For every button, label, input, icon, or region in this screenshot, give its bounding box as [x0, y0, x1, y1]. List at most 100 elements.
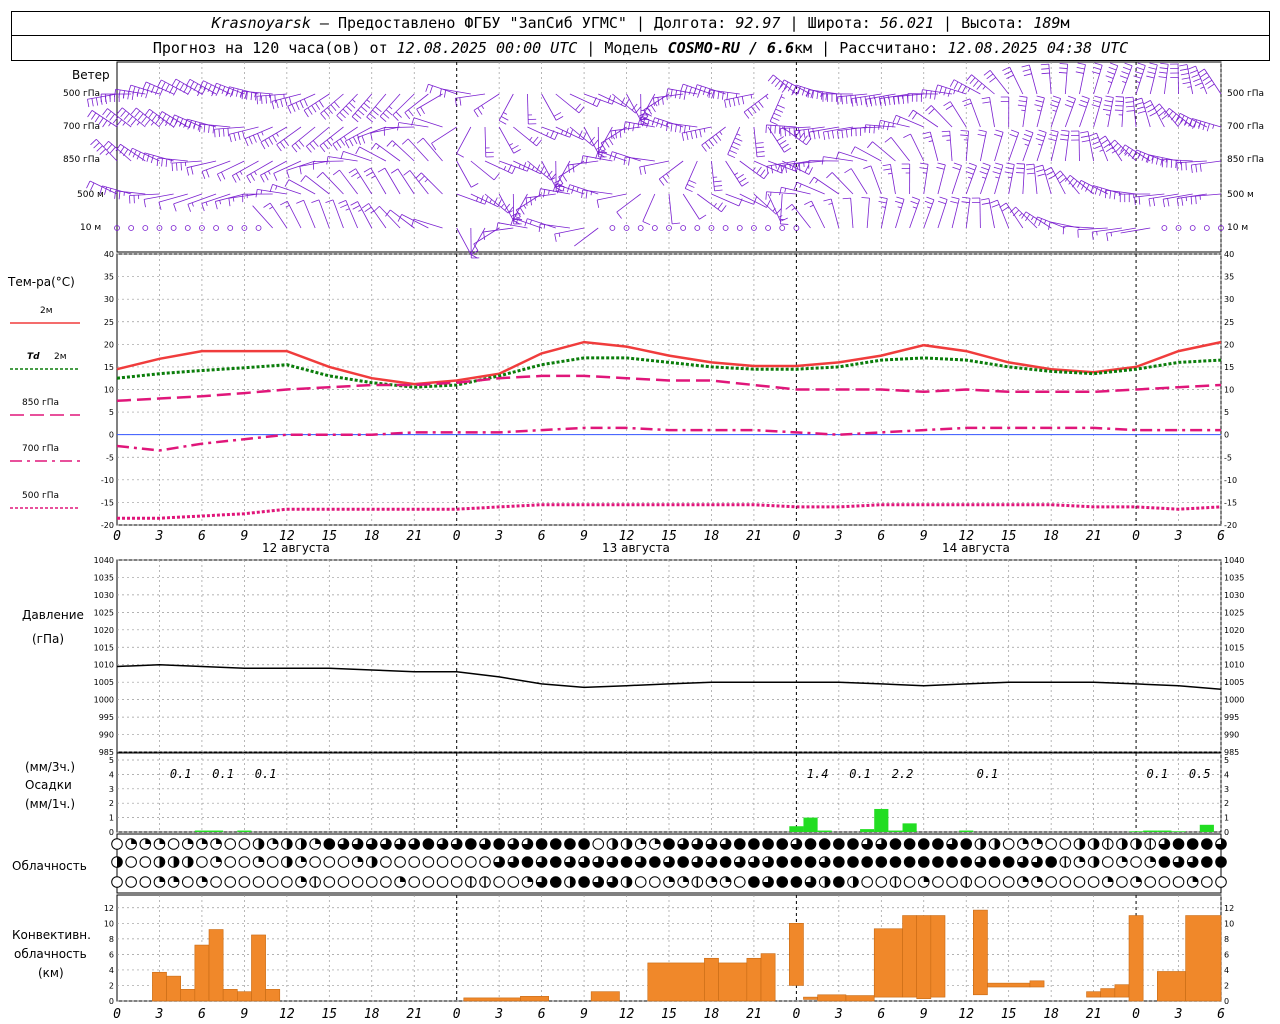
- hour-tick-conv: 21: [746, 1007, 762, 1022]
- conv-bar: [251, 934, 266, 1002]
- wind-barb: [989, 199, 1010, 229]
- conv-bar: [237, 991, 252, 1002]
- cloud-symbol: [153, 838, 166, 850]
- temp-tick-left: 0: [109, 431, 114, 440]
- cloud-symbol: [323, 856, 336, 868]
- wind-barb: [1189, 225, 1196, 231]
- hour-tick-conv: 0: [113, 1007, 121, 1022]
- wind-barb: [977, 129, 987, 162]
- wind-barb: [538, 188, 570, 198]
- wind-barb: [1078, 95, 1090, 128]
- wind-barb: [694, 225, 701, 231]
- wind-barb: [722, 225, 729, 231]
- precip-bar: [1157, 830, 1172, 832]
- conv-tick-right: 4: [1224, 966, 1229, 975]
- hour-tick-conv: 15: [321, 1007, 337, 1022]
- temp-tick-right: 15: [1224, 363, 1234, 372]
- conv-bar: [760, 953, 776, 1002]
- wind-barb: [610, 126, 641, 139]
- cloud-symbol: [309, 856, 321, 868]
- pressure-tick-right: 1005: [1224, 678, 1244, 687]
- cloud-symbol: [181, 838, 194, 850]
- cloud-symbol: [351, 856, 364, 868]
- conv-tick-right: 6: [1224, 950, 1229, 959]
- precip-3h-unit: (мм/3ч.): [25, 760, 76, 774]
- wind-barb: [311, 199, 330, 229]
- wind-barb: [1190, 160, 1222, 173]
- wind-barb: [484, 126, 494, 158]
- cloud-symbol: [733, 838, 746, 850]
- cloud-symbol: [1031, 876, 1043, 888]
- cloud-symbol: [960, 876, 973, 888]
- cloud-symbol: [238, 856, 251, 868]
- cloud-symbol: [111, 856, 123, 868]
- cloud-symbol: [139, 876, 152, 888]
- hour-tick-conv: 0: [1132, 1007, 1140, 1022]
- cloud-symbol: [762, 856, 774, 868]
- conv-bar: [746, 957, 762, 1002]
- wind-barb: [244, 126, 273, 147]
- wind-barb: [894, 196, 905, 229]
- wind-barb: [401, 138, 429, 162]
- cloud-symbol: [351, 876, 364, 888]
- cloud-symbol: [394, 838, 406, 850]
- wind-barb: [1197, 68, 1222, 95]
- wind-barb: [390, 168, 415, 195]
- wind-barb: [361, 203, 387, 229]
- cloud-symbol: [521, 856, 534, 868]
- precip-bar: [1143, 830, 1158, 832]
- hour-tick-conv: 15: [661, 1007, 677, 1022]
- wind-barb: [370, 142, 401, 162]
- hour-tick-conv: 3: [834, 1007, 843, 1022]
- cloud-symbol: [125, 838, 137, 850]
- wind-barb: [142, 225, 149, 231]
- precip-tick-left: 0: [109, 828, 114, 837]
- precip-3h-label: 0.1: [1146, 767, 1168, 781]
- conv-bar: [208, 929, 224, 1002]
- wind-barb: [158, 193, 188, 210]
- cloud-symbol: [804, 856, 817, 868]
- cloud-symbol: [1017, 838, 1029, 850]
- pressure-tick-right: 1030: [1224, 591, 1244, 600]
- wind-barb: [753, 193, 782, 215]
- wind-barb: [769, 93, 785, 126]
- cloud-symbol: [266, 838, 279, 850]
- cloud-symbol: [479, 876, 491, 888]
- precip-tick-right: 4: [1224, 770, 1229, 779]
- cloud-symbol: [181, 856, 194, 868]
- temp-tick-left: 15: [104, 363, 114, 372]
- hour-tick-temp: 3: [1174, 529, 1183, 544]
- hour-tick-conv: 18: [704, 1007, 720, 1022]
- pressure-tick-left: 1000: [94, 696, 114, 705]
- conv-bar: [166, 975, 181, 1002]
- cloud-symbol: [875, 876, 888, 888]
- cloud-symbol: [521, 876, 534, 888]
- precip-tick-left: 2: [109, 799, 114, 808]
- wind-barb: [736, 225, 743, 231]
- wind-barb: [724, 93, 755, 108]
- cloud-symbol: [351, 838, 364, 850]
- pressure-tick-left: 1005: [94, 678, 114, 687]
- cloud-symbol: [139, 838, 152, 850]
- cloud-symbol: [1130, 876, 1142, 888]
- wind-barb: [213, 225, 219, 231]
- cloud-symbol: [677, 856, 689, 868]
- cloud-symbol: [153, 856, 166, 868]
- wind-barb: [1161, 225, 1168, 231]
- cloud-symbol: [408, 876, 421, 888]
- conv-bar: [817, 994, 847, 1002]
- wind-barb: [920, 89, 953, 100]
- precip-1h-unit: (мм/1ч.): [25, 797, 76, 811]
- wind-barb: [793, 181, 825, 195]
- cloud-symbol: [196, 838, 208, 850]
- cloud-symbol: [295, 838, 307, 850]
- conv-tick-left: 6: [109, 950, 114, 959]
- cloud-symbol: [932, 856, 944, 868]
- hour-tick-conv: 18: [364, 1007, 380, 1022]
- wind-barb: [785, 204, 811, 229]
- hour-tick-conv: 6: [198, 1007, 206, 1022]
- cloud-symbol: [634, 876, 647, 888]
- cloud-symbol: [818, 876, 831, 888]
- cloud-symbol: [479, 856, 491, 868]
- wind-barb: [765, 225, 771, 231]
